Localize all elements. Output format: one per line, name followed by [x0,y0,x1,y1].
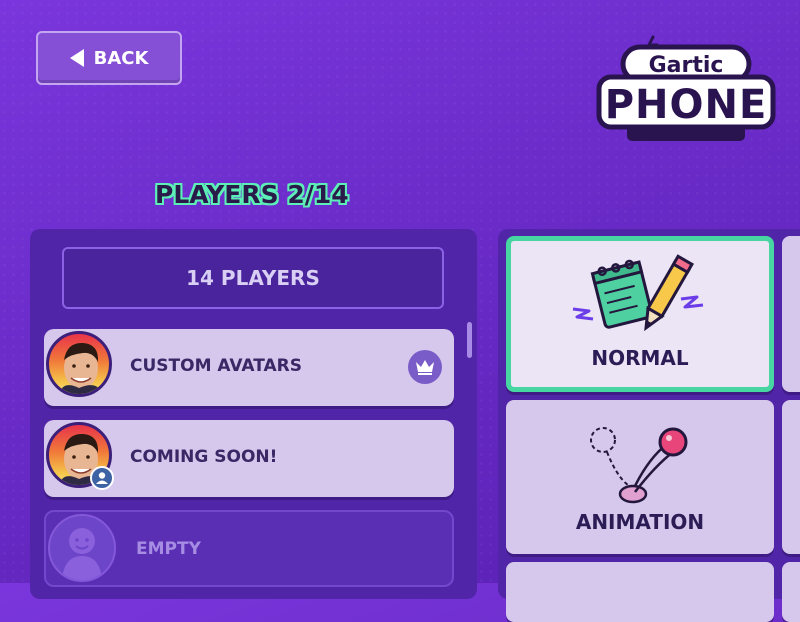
player-row: COMING SOON! [44,420,454,497]
back-button-label: BACK [93,47,149,69]
mode-card-partial[interactable] [782,400,800,554]
back-arrow-icon [69,49,84,67]
logo-phone-text: PHONE [605,82,768,128]
players-panel: 14 PLAYERS CUSTOM AVATARS COMING SOON! E… [30,229,477,599]
host-crown-icon [408,350,442,384]
modes-panel: NORMAL ANIMATION [498,229,800,622]
player-avatar [46,331,112,397]
players-scrollbar[interactable] [467,322,472,358]
player-name: EMPTY [136,539,201,559]
bouncing-ball-icon [590,427,688,504]
mode-label: NORMAL [591,346,689,370]
user-icon [90,466,114,490]
player-name: COMING SOON! [130,447,278,467]
logo-gartic-text: Gartic [649,53,724,78]
mode-card-partial[interactable] [782,562,800,622]
empty-avatar-icon [48,514,116,582]
mode-card-partial[interactable] [782,236,800,392]
max-players-selector[interactable]: 14 PLAYERS [62,247,444,309]
back-button[interactable]: BACK [36,31,182,85]
max-players-label: 14 PLAYERS [186,266,320,290]
gartic-phone-logo: Gartic PHONE [596,35,776,141]
player-row: CUSTOM AVATARS [44,329,454,406]
mode-label: ANIMATION [575,510,705,534]
mode-card-animation[interactable]: ANIMATION [506,400,774,554]
notebook-pencil-icon [572,254,704,332]
mode-card-partial[interactable] [506,562,774,622]
players-count-title: PLAYERS 2/14 [155,180,349,209]
player-row-empty: EMPTY [44,510,454,587]
player-name: CUSTOM AVATARS [130,356,303,376]
mode-card-normal[interactable]: NORMAL [506,236,774,392]
